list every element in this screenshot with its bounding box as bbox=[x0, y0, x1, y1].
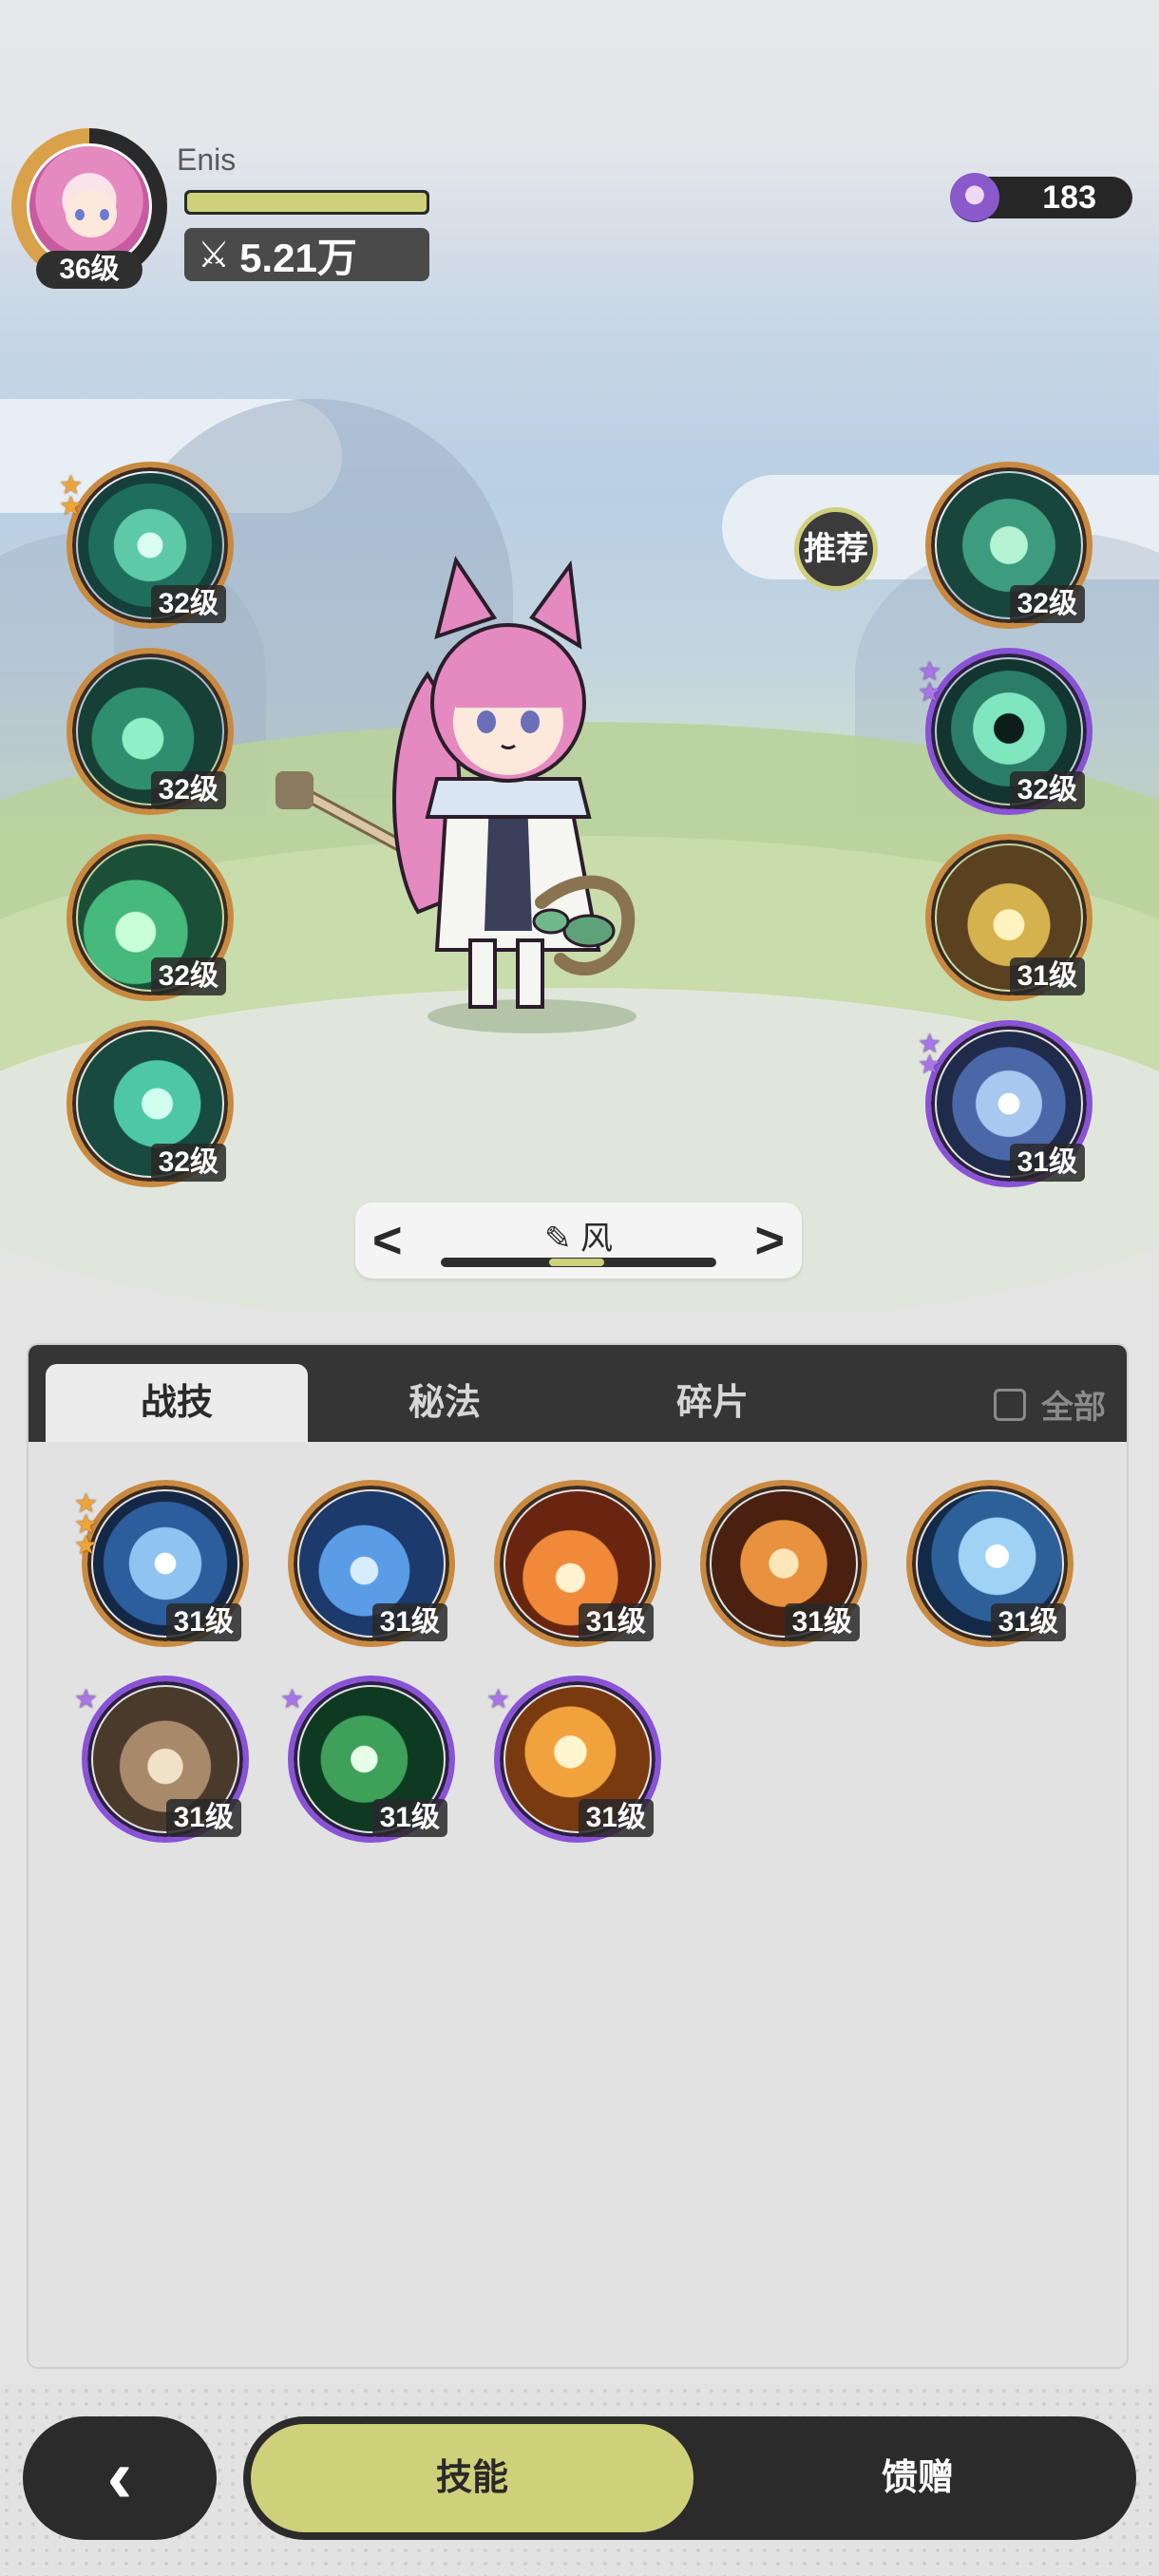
inventory-skill-2[interactable]: 31级 bbox=[288, 1480, 455, 1647]
inventory-skill-5[interactable]: 31级 bbox=[906, 1480, 1074, 1647]
bottom-tab-group: 技能 馈赠 bbox=[243, 2416, 1136, 2540]
back-button[interactable]: ‹ bbox=[23, 2416, 217, 2540]
tab-bar: 战技 秘法 碎片 全部 bbox=[28, 1345, 1127, 1442]
skill-level: 31级 bbox=[371, 1603, 447, 1641]
equipped-skill-left-2[interactable]: 32级 bbox=[66, 648, 234, 815]
next-element-button[interactable]: > bbox=[754, 1210, 785, 1271]
tab-secret-arts[interactable]: 秘法 bbox=[314, 1364, 576, 1442]
star-rating: ★ ★ bbox=[59, 470, 84, 521]
hero-character bbox=[276, 556, 636, 1033]
skill-level: 31级 bbox=[165, 1799, 241, 1837]
player-level: 36级 bbox=[36, 251, 142, 289]
avatar-eye bbox=[100, 209, 109, 220]
star-rating: ★ ★ bbox=[918, 1029, 942, 1079]
pencil-icon: ✎ bbox=[544, 1221, 572, 1257]
star-rating: ★ ★ ★ bbox=[74, 1488, 99, 1560]
recommend-button[interactable]: 推荐 bbox=[794, 507, 878, 591]
checkbox-box bbox=[994, 1388, 1026, 1421]
skill-level: 31级 bbox=[990, 1603, 1066, 1641]
currency-counter[interactable]: 183 bbox=[950, 173, 1132, 222]
equipped-skill-right-4[interactable]: ★ ★ 31级 bbox=[918, 1020, 1092, 1187]
gift-tab-button[interactable]: 馈赠 bbox=[699, 2416, 1136, 2540]
skill-level: 32级 bbox=[150, 771, 226, 809]
skill-level: 31级 bbox=[1009, 957, 1085, 995]
inventory-skill-6[interactable]: ★ 31级 bbox=[74, 1676, 249, 1843]
chevron-left-icon: ‹ bbox=[106, 2434, 133, 2518]
show-all-label: 全部 bbox=[1041, 1390, 1106, 1426]
crossed-swords-icon: ⚔ bbox=[198, 235, 231, 275]
player-name: Enis bbox=[177, 142, 237, 177]
hp-fill bbox=[187, 193, 427, 212]
inventory-skill-3[interactable]: 31级 bbox=[494, 1480, 661, 1647]
indicator-thumb bbox=[549, 1259, 604, 1266]
equipped-skill-left-3[interactable]: 32级 bbox=[66, 834, 234, 1001]
skill-level: 32级 bbox=[1009, 771, 1085, 809]
skill-level: 31级 bbox=[784, 1603, 860, 1641]
tab-fragments[interactable]: 碎片 bbox=[581, 1364, 844, 1442]
element-page-indicator bbox=[441, 1258, 716, 1267]
skill-level: 32级 bbox=[1009, 585, 1085, 623]
element-switcher: < ✎ 风 > bbox=[355, 1203, 802, 1279]
skill-level: 32级 bbox=[150, 1144, 226, 1182]
character-token-icon bbox=[950, 173, 999, 222]
inventory-skill-4[interactable]: 31级 bbox=[700, 1480, 867, 1647]
equipped-skill-right-1[interactable]: 32级 bbox=[925, 462, 1092, 629]
star-rating: ★ ★ bbox=[918, 656, 942, 707]
inventory-skill-8[interactable]: ★ 31级 bbox=[486, 1676, 661, 1843]
avatar-eye bbox=[75, 209, 85, 220]
element-label[interactable]: ✎ 风 bbox=[355, 1212, 802, 1259]
inventory-skill-7[interactable]: ★ 31级 bbox=[280, 1676, 455, 1843]
skill-level: 31级 bbox=[165, 1603, 241, 1641]
equipped-skill-right-2[interactable]: ★ ★ 32级 bbox=[918, 648, 1092, 815]
skills-tab-button[interactable]: 技能 bbox=[251, 2424, 694, 2532]
bottom-navigation: ‹ 技能 馈赠 bbox=[0, 2384, 1159, 2576]
combat-power-value: 5.21万 bbox=[239, 235, 357, 280]
inventory-skill-1[interactable]: ★ ★ ★ 31级 bbox=[74, 1480, 249, 1647]
skill-level: 31级 bbox=[1009, 1144, 1085, 1182]
element-name: 风 bbox=[580, 1221, 613, 1257]
skill-level: 32级 bbox=[150, 585, 226, 623]
tab-combat-skills[interactable]: 战技 bbox=[46, 1364, 308, 1442]
currency-amount: 183 bbox=[1042, 180, 1096, 216]
show-all-checkbox[interactable]: 全部 bbox=[994, 1381, 1106, 1428]
equipped-skill-left-4[interactable]: 32级 bbox=[66, 1020, 234, 1187]
equipped-skill-left-1[interactable]: ★ ★ 32级 bbox=[59, 462, 234, 629]
star-rating: ★ bbox=[486, 1684, 511, 1714]
skill-level: 31级 bbox=[578, 1799, 654, 1837]
hp-bar bbox=[184, 190, 429, 215]
star-rating: ★ bbox=[74, 1684, 99, 1714]
skill-level: 31级 bbox=[371, 1799, 447, 1837]
equipped-skill-right-3[interactable]: 31级 bbox=[925, 834, 1092, 1001]
skill-level: 31级 bbox=[578, 1603, 654, 1641]
star-rating: ★ bbox=[280, 1684, 305, 1714]
skill-level: 32级 bbox=[150, 957, 226, 995]
combat-power: ⚔ 5.21万 bbox=[184, 228, 429, 281]
